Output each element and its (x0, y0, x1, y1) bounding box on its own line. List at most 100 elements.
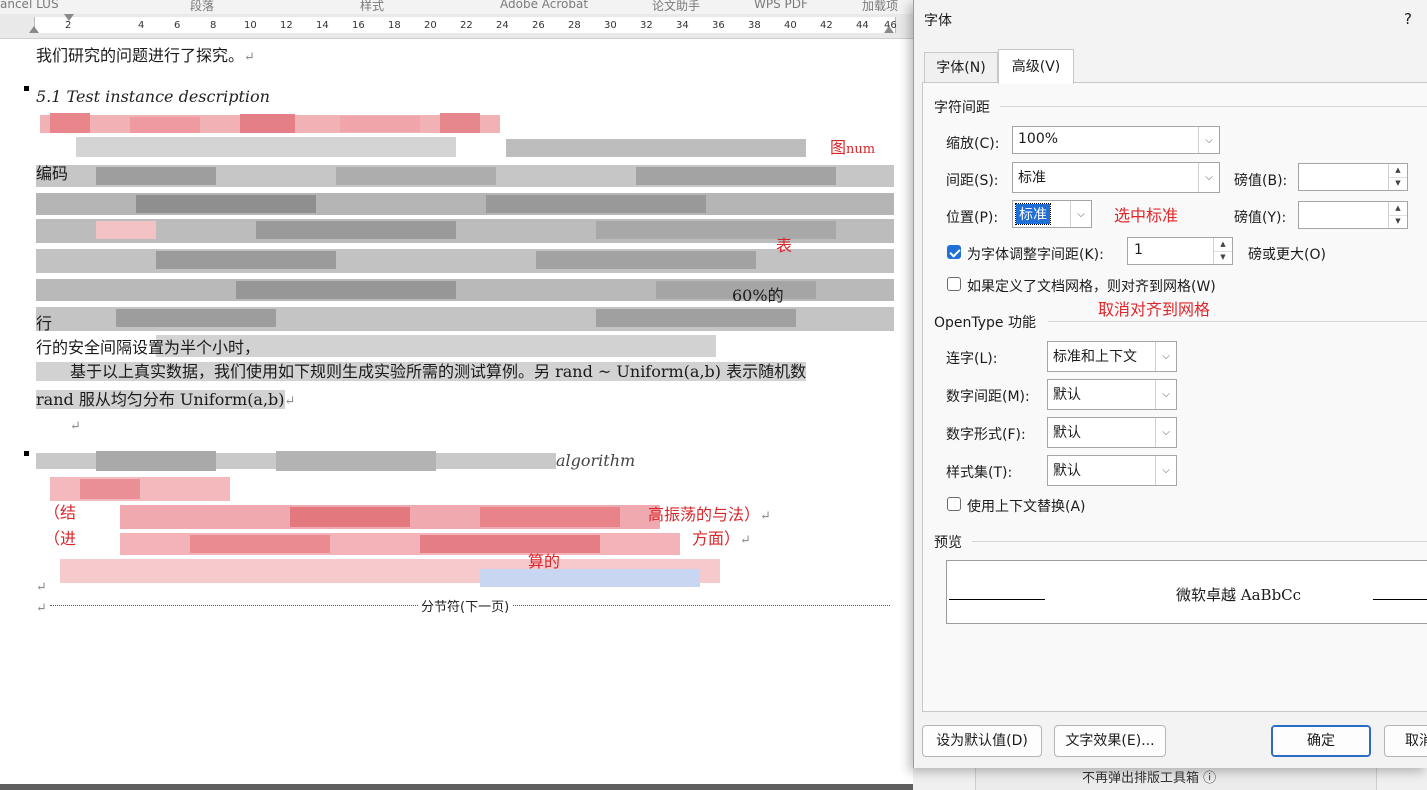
stylistic-set-combobox[interactable]: 默认 ⌵ (1047, 455, 1177, 486)
ok-button[interactable]: 确定 (1271, 725, 1371, 757)
body-text-fragment: 编码 (36, 164, 68, 184)
group-title-opentype: OpenType 功能 (934, 315, 1036, 331)
tab-font[interactable]: 字体(N) (924, 52, 998, 83)
ribbon-item[interactable]: 样式 (360, 0, 384, 14)
position-combobox[interactable]: 标准 ⌵ (1012, 200, 1092, 228)
spin-up-icon[interactable]: ▲ (1214, 238, 1232, 252)
blurred-body-text (36, 137, 894, 357)
dialog-title: 字体 (924, 13, 952, 29)
group-divider (1000, 106, 1427, 107)
ligature-combobox[interactable]: 标准和上下文 ⌵ (1047, 341, 1177, 372)
ribbon-item[interactable]: Adobe Acrobat (500, 0, 588, 11)
spacing-points-label: 磅值(B): (1234, 173, 1288, 189)
tab-label: 字体(N) (936, 60, 986, 76)
snap-to-grid-checkbox[interactable] (947, 277, 961, 291)
highlighted-paragraph-line-1[interactable]: 基于以上真实数据，我们使用如下规则生成实验所需的测试算例。另 rand ~ Un… (36, 362, 807, 382)
paragraph-mark: ↵ (70, 419, 81, 434)
ruler-number: 8 (210, 20, 217, 31)
text-effects-button[interactable]: 文字效果(E)... (1054, 725, 1166, 757)
text-run: （进 (44, 529, 77, 548)
annotation-select-standard: 选中标准 (1114, 206, 1179, 225)
scale-combobox[interactable]: 100% ⌵ (1012, 126, 1220, 154)
ruler-number: 34 (676, 20, 689, 31)
no-popup-toolbox-link[interactable]: 不再弹出排版工具箱 ⓘ (1082, 767, 1216, 786)
set-default-button[interactable]: 设为默认值(D) (922, 725, 1042, 757)
blurred-heading (36, 451, 556, 471)
stylistic-set-label: 样式集(T): (946, 465, 1013, 481)
ruler-number: 22 (460, 20, 473, 31)
document-page[interactable]: 我们研究的问题进行了探究。↵ 5.1 Test instance descrip… (0, 39, 913, 784)
ribbon-item[interactable]: 加载项 (862, 0, 898, 14)
snap-to-grid-label[interactable]: 如果定义了文档网格，则对齐到网格(W) (967, 276, 1216, 296)
kerning-checkbox[interactable] (947, 245, 961, 259)
contextual-alternates-label[interactable]: 使用上下文替换(A) (967, 496, 1086, 516)
chevron-down-icon[interactable]: ⌵ (1155, 380, 1176, 409)
scale-label: 缩放(C): (946, 136, 1000, 152)
number-form-combobox[interactable]: 默认 ⌵ (1047, 417, 1177, 448)
empty-paragraph: ↵ (36, 576, 47, 598)
hanging-indent-marker[interactable] (29, 26, 39, 33)
spin-down-icon[interactable]: ▼ (1389, 215, 1407, 228)
empty-paragraph: ↵ (36, 597, 47, 619)
spin-buttons: ▲ ▼ (1388, 202, 1407, 228)
combo-value: 默认 (1053, 387, 1081, 403)
dialog-titlebar[interactable]: 字体 ? (914, 0, 1427, 38)
kerning-label[interactable]: 为字体调整字间距(K): (967, 244, 1104, 264)
ribbon-item[interactable]: 段落 (190, 0, 214, 14)
number-spacing-label: 数字间距(M): (946, 389, 1030, 405)
spin-down-icon[interactable]: ▼ (1389, 177, 1407, 190)
ruler-number: 16 (352, 20, 365, 31)
first-line-indent-marker[interactable] (64, 14, 74, 21)
section-heading-5-1: 5.1 Test instance description (36, 87, 270, 107)
chevron-down-icon[interactable]: ⌵ (1070, 201, 1091, 227)
ribbon-item[interactable]: WPS PDF (754, 0, 808, 11)
font-preview-box: 微软卓越 AaBbCc (946, 560, 1427, 624)
chevron-down-icon[interactable]: ⌵ (1155, 418, 1176, 447)
help-icon[interactable]: ? (1404, 10, 1412, 28)
ruler-number: 36 (712, 20, 725, 31)
paragraph-mark: ↵ (740, 533, 751, 548)
position-label: 位置(P): (946, 210, 999, 226)
red-table-ref: 表 (776, 236, 792, 256)
text-run: 算的 (528, 552, 561, 571)
preview-sample-text: 微软卓越 AaBbCc (1176, 586, 1302, 604)
combo-value: 默认 (1053, 463, 1081, 479)
preview-baseline (1373, 599, 1427, 600)
font-dialog: 字体 ? 字体(N) 高级(V) 字符间距 缩放(C): 100% ⌵ 间距(S… (913, 0, 1427, 768)
kerning-suffix-label: 磅或更大(O) (1248, 247, 1326, 263)
spacing-points-spinbox[interactable]: ▲ ▼ (1298, 163, 1408, 191)
chevron-down-icon[interactable]: ⌵ (1198, 163, 1219, 192)
spin-up-icon[interactable]: ▲ (1389, 202, 1407, 216)
highlighted-paragraph-line-2[interactable]: rand 服从均匀分布 Uniform(a,b)↵ (36, 390, 295, 412)
text-run: 图 (830, 138, 847, 157)
spin-down-icon[interactable]: ▼ (1214, 251, 1232, 264)
ruler-number: 40 (784, 20, 797, 31)
ribbon-item[interactable]: ancel LUS (0, 0, 59, 11)
text-run: 编码 (36, 164, 69, 183)
spin-up-icon[interactable]: ▲ (1389, 164, 1407, 178)
red-figure-ref: 图num (830, 138, 875, 160)
number-spacing-combobox[interactable]: 默认 ⌵ (1047, 379, 1177, 410)
position-points-spinbox[interactable]: ▲ ▼ (1298, 201, 1408, 229)
kerning-spinbox[interactable]: 1 ▲ ▼ (1127, 237, 1233, 265)
position-points-label: 磅值(Y): (1234, 210, 1287, 226)
paragraph-mark: ↵ (284, 394, 296, 409)
right-indent-marker[interactable] (884, 26, 894, 33)
spin-buttons: ▲ ▼ (1388, 164, 1407, 190)
cancel-button[interactable]: 取消 (1384, 725, 1427, 757)
chevron-down-icon[interactable]: ⌵ (1155, 342, 1176, 371)
tab-advanced[interactable]: 高级(V) (998, 49, 1074, 84)
combo-value: 标准和上下文 (1053, 349, 1137, 365)
chevron-down-icon[interactable]: ⌵ (1198, 127, 1219, 153)
chevron-down-icon[interactable]: ⌵ (1155, 456, 1176, 485)
preview-baseline (949, 599, 1045, 600)
contextual-alternates-checkbox[interactable] (947, 497, 961, 511)
red-note-line: 方面）↵ (692, 529, 751, 551)
spacing-combobox[interactable]: 标准 ⌵ (1012, 162, 1220, 193)
text-run: num (846, 142, 876, 157)
text-run: 行的安全间隔设置为半个小时， (36, 338, 261, 357)
ribbon-item[interactable]: 论文助手 (652, 0, 700, 14)
spin-value: 1 (1134, 242, 1143, 258)
group-title-character-spacing: 字符间距 (934, 100, 990, 116)
blurred-red-text (40, 113, 500, 133)
